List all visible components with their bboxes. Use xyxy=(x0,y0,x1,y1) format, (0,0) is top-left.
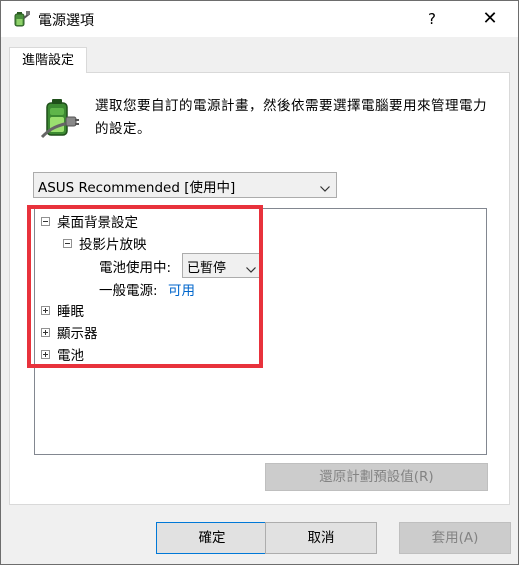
chevron-down-icon xyxy=(246,262,256,273)
tree-item-display[interactable]: 顯示器 xyxy=(57,322,98,342)
settings-tree[interactable]: 桌面背景設定 投影片放映 電池使用中: 已暫停 一般電源: 可用 睡眠 顯示器 xyxy=(34,208,487,455)
window-title: 電源選項 xyxy=(38,13,94,29)
power-plug-battery-icon xyxy=(11,9,31,29)
apply-button[interactable]: 套用(A) xyxy=(399,522,511,554)
tree-item-sleep[interactable]: 睡眠 xyxy=(57,300,84,320)
plugged-in-label: 一般電源: xyxy=(99,283,158,299)
power-plan-select[interactable]: ASUS Recommended [使用中] xyxy=(33,172,337,198)
tree-item-slideshow[interactable]: 投影片放映 xyxy=(79,233,147,253)
restore-plan-defaults-button[interactable]: 還原計劃預設值(R) xyxy=(265,463,488,491)
tree-item-battery[interactable]: 電池 xyxy=(57,344,84,364)
on-battery-select-value: 已暫停 xyxy=(187,261,227,276)
chevron-down-icon xyxy=(320,181,330,192)
power-plan-select-value: ASUS Recommended [使用中] xyxy=(38,180,236,196)
plugged-in-value-link[interactable]: 可用 xyxy=(168,279,195,299)
battery-plug-icon xyxy=(38,97,80,141)
on-battery-label: 電池使用中: xyxy=(99,260,172,276)
expand-sleep-icon[interactable] xyxy=(41,306,50,315)
expand-display-icon[interactable] xyxy=(41,328,50,337)
expand-battery-icon[interactable] xyxy=(41,350,50,359)
on-battery-select[interactable]: 已暫停 xyxy=(182,253,262,278)
tab-advanced-settings[interactable]: 進階設定 xyxy=(9,47,87,73)
tab-panel: 選取您要自訂的電源計畫，然後依需要選擇電腦要用來管理電力的設定。 ASUS Re… xyxy=(9,72,510,505)
title-bar: 電源選項 ? ✕ xyxy=(1,1,518,37)
cancel-button[interactable]: 取消 xyxy=(265,522,377,554)
ok-button[interactable]: 確定 xyxy=(156,522,268,554)
collapse-slideshow-icon[interactable] xyxy=(63,239,72,248)
tree-item-desktop-background[interactable]: 桌面背景設定 xyxy=(57,211,138,231)
help-button[interactable]: ? xyxy=(413,1,451,37)
close-button[interactable]: ✕ xyxy=(467,1,513,37)
collapse-desktop-background-icon[interactable] xyxy=(41,217,50,226)
power-options-dialog: 電源選項 ? ✕ 進階設定 選取您要自訂的電源計畫，然後依需要選擇電腦要用來管理… xyxy=(0,0,519,565)
description-text: 選取您要自訂的電源計畫，然後依需要選擇電腦要用來管理電力的設定。 xyxy=(95,98,487,137)
